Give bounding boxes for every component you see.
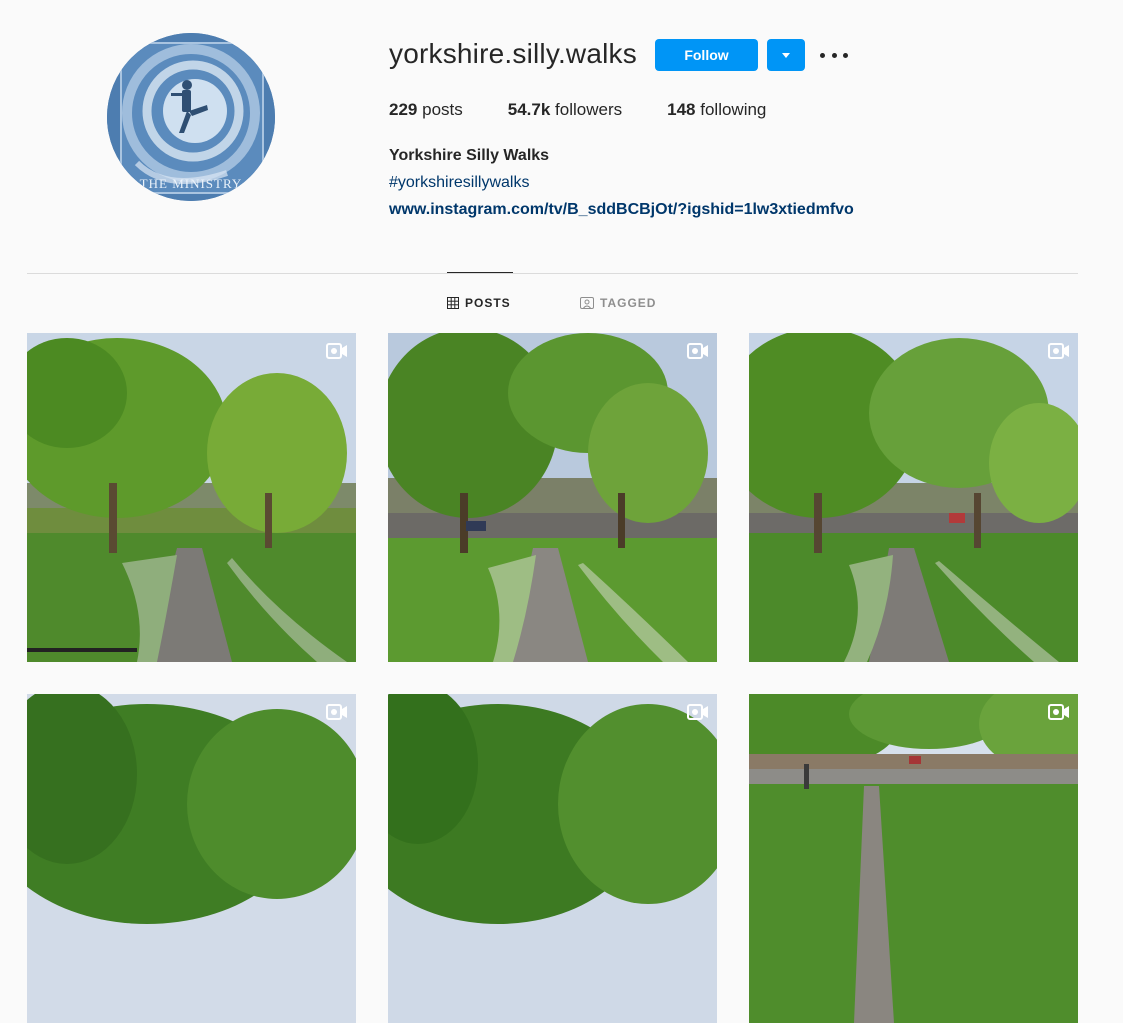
bio-hashtag-link[interactable]: #yorkshiresillywalks [389,174,529,192]
more-dots-icon-dot [843,52,848,58]
post-thumbnail[interactable] [27,694,356,1023]
post-thumbnail[interactable] [749,694,1078,1023]
post-image [27,694,356,1023]
profile-avatar[interactable]: THE MINISTRY [107,33,275,201]
posts-count: 229 [389,100,418,119]
followers-stat[interactable]: 54.7k followers [508,100,622,120]
tab-tagged-label: TAGGED [600,296,657,310]
following-stat[interactable]: 148 following [667,100,766,120]
grid-icon [447,297,459,309]
follow-button[interactable]: Follow [655,39,758,71]
post-thumbnail[interactable] [388,694,717,1023]
suggested-accounts-dropdown-button[interactable] [767,39,805,71]
tab-posts[interactable]: POSTS [447,296,511,310]
post-image [388,333,717,662]
svg-text:THE MINISTRY: THE MINISTRY [140,176,243,191]
post-thumbnail[interactable] [388,333,717,662]
profile-username: yorkshire.silly.walks [389,38,637,69]
profile-stats: 229 posts 54.7k followers 148 following [389,100,811,120]
video-icon [326,343,347,359]
post-image [388,694,717,1023]
tagged-icon [580,297,594,309]
post-image [749,694,1078,1023]
more-dots-icon-dot [831,52,837,58]
post-thumbnail[interactable] [749,333,1078,662]
ministry-logo-image: THE MINISTRY [107,33,275,201]
bio-external-link[interactable]: www.instagram.com/tv/B_sddBCBjOt/?igshid… [389,201,854,219]
tab-tagged[interactable]: TAGGED [580,296,656,310]
tabs-divider [27,273,1078,274]
posts-label: posts [422,100,463,119]
posts-count-stat: 229 posts [389,100,463,120]
tab-posts-label: POSTS [465,296,511,310]
post-thumbnail[interactable] [27,333,356,662]
video-icon [1048,704,1069,720]
followers-label: followers [555,100,623,119]
video-icon [1048,343,1069,359]
caret-down-icon [782,52,790,58]
following-label: following [700,100,767,119]
video-icon [687,343,708,359]
following-count: 148 [667,100,696,119]
profile-full-name: Yorkshire Silly Walks [389,147,550,164]
video-icon [326,704,347,720]
post-image [749,333,1078,662]
post-image [27,333,356,662]
active-tab-indicator [447,272,513,273]
video-icon [687,704,708,720]
more-dots-icon [820,52,825,58]
more-options-button[interactable] [820,44,848,66]
followers-count: 54.7k [507,100,551,119]
